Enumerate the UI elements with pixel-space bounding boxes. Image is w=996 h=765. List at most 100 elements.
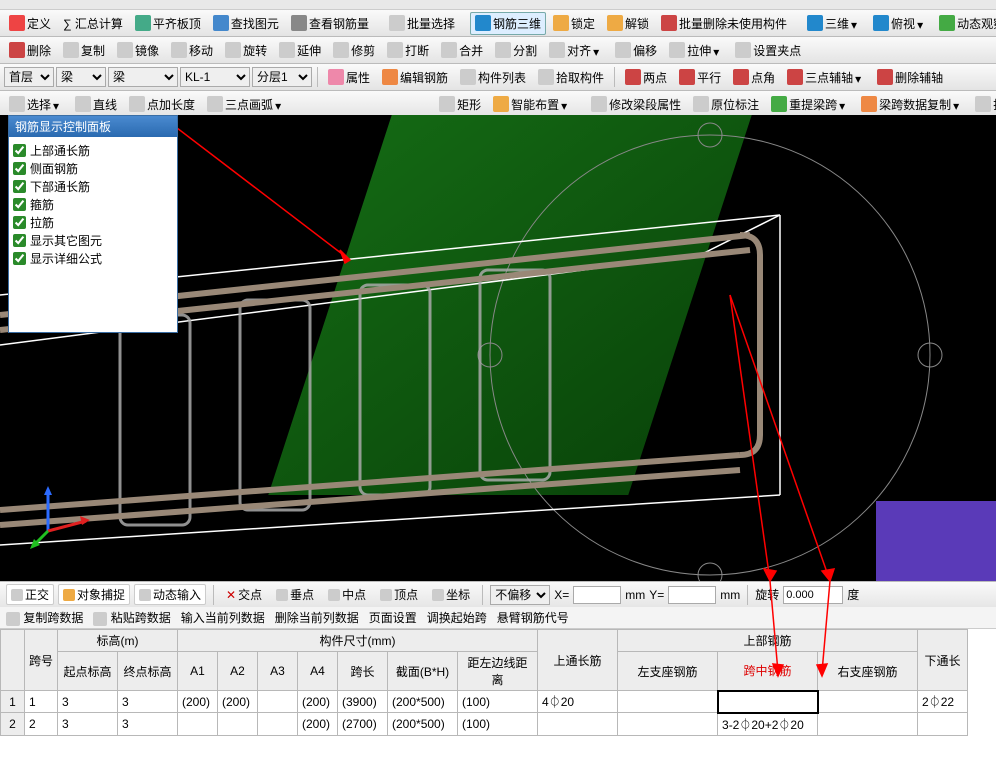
perp-snap[interactable]: 垂点 [271,583,319,606]
offset-select[interactable]: 不偏移 [490,585,550,605]
cell[interactable]: 3 [118,713,178,736]
stretch-button[interactable]: 拉伸▾ [664,39,728,62]
pt-angle-button[interactable]: 点角 [728,66,780,89]
line-button[interactable]: 直线 [70,93,122,116]
col-bot-cont[interactable]: 下通长 [918,630,968,691]
cell[interactable]: (100) [458,691,538,713]
batch-select-button[interactable]: 批量选择 [384,12,460,35]
trim-button[interactable]: 修剪 [328,39,380,62]
align-button[interactable]: 对齐▾ [544,39,608,62]
lock-button[interactable]: 锁定 [548,12,600,35]
pt-len-button[interactable]: 点加长度 [124,93,200,116]
merge-button[interactable]: 合并 [436,39,488,62]
col-dim[interactable]: 构件尺寸(mm) [178,630,538,652]
cantilever-button[interactable]: 悬臂钢筋代号 [497,609,569,626]
col-right-sup[interactable]: 右支座钢筋 [818,652,918,691]
delete-button[interactable]: 删除 [4,39,56,62]
col-end-elev[interactable]: 终点标高 [118,652,178,691]
del-col-button[interactable]: 删除当前列数据 [275,609,359,626]
mirror-button[interactable]: 镜像 [112,39,164,62]
cell[interactable]: (3900) [338,691,388,713]
chk-side[interactable]: 侧面钢筋 [13,160,173,177]
span-copy-button[interactable]: 梁跨数据复制▾ [856,93,968,116]
coord-snap[interactable]: 坐标 [427,583,475,606]
rotate-button[interactable]: 旋转 [220,39,272,62]
two-pt-button[interactable]: 两点 [620,66,672,89]
chk-bot-cont[interactable]: 下部通长筋 [13,178,173,195]
3d-button[interactable]: 三维▾ [802,12,866,35]
3d-viewport[interactable]: 钢筋显示控制面板 上部通长筋 侧面钢筋 下部通长筋 箍筋 拉筋 显示其它图元 显… [0,115,996,581]
select-button[interactable]: 选择▾ [4,93,68,116]
orig-note-button[interactable]: 原位标注 [688,93,764,116]
grip-button[interactable]: 设置夹点 [730,39,806,62]
edit-rebar-button[interactable]: 编辑钢筋 [377,66,453,89]
col-a2[interactable]: A2 [218,652,258,691]
unlock-button[interactable]: 解锁 [602,12,654,35]
dyn-view-button[interactable]: 动态观察 [934,12,996,35]
table-row[interactable]: 1 1 3 3 (200) (200) (200) (3900) (200*50… [1,691,968,713]
three-pt-button[interactable]: 三点辅轴▾ [782,66,870,89]
cell[interactable]: (200) [178,691,218,713]
batch-recog-button[interactable]: 批量识别梁支座 [970,93,996,116]
span-grid[interactable]: 跨号 标高(m) 构件尺寸(mm) 上通长筋 上部钢筋 下通长 起点标高 终点标… [0,629,996,765]
re-extract-button[interactable]: 重提梁跨▾ [766,93,854,116]
cell[interactable]: 3 [58,691,118,713]
cell[interactable]: 2⏀22 [918,691,968,713]
cell[interactable] [818,691,918,713]
member-select[interactable]: KL-1 [180,67,250,87]
col-edge-dist[interactable]: 距左边线距离 [458,652,538,691]
col-elev[interactable]: 标高(m) [58,630,178,652]
rebar-3d-button[interactable]: 钢筋三维 [470,12,546,35]
sum-button[interactable]: ∑ 汇总计算 [58,12,128,35]
batch-del-button[interactable]: 批量删除未使用构件 [656,12,792,35]
cell[interactable]: 4⏀20 [538,691,618,713]
extend-button[interactable]: 延伸 [274,39,326,62]
col-span-len[interactable]: 跨长 [338,652,388,691]
cell[interactable] [618,713,718,736]
type-select[interactable]: 梁 [108,67,178,87]
paste-span-button[interactable]: 粘贴跨数据 [93,609,170,626]
col-span-no[interactable]: 跨号 [25,630,58,691]
level-button[interactable]: 平齐板顶 [130,12,206,35]
parallel-button[interactable]: 平行 [674,66,726,89]
rect-button[interactable]: 矩形 [434,93,486,116]
define-button[interactable]: 定义 [4,12,56,35]
cell[interactable] [538,713,618,736]
dyn-input-toggle[interactable]: 动态输入 [134,584,206,605]
col-left-sup[interactable]: 左支座钢筋 [618,652,718,691]
copy-button[interactable]: 复制 [58,39,110,62]
cell[interactable]: (200) [298,691,338,713]
category-select[interactable]: 梁 [56,67,106,87]
del-aux-button[interactable]: 删除辅轴 [872,66,948,89]
chk-formula[interactable]: 显示详细公式 [13,250,173,267]
offset-button[interactable]: 偏移 [610,39,662,62]
floor-select[interactable]: 首层 [4,67,54,87]
cell[interactable]: (200*500) [388,691,458,713]
split-button[interactable]: 分割 [490,39,542,62]
col-a1[interactable]: A1 [178,652,218,691]
cell[interactable]: (200*500) [388,713,458,736]
cell[interactable]: 2 [25,713,58,736]
adjust-start-button[interactable]: 调换起始跨 [427,609,487,626]
cell[interactable]: (100) [458,713,538,736]
cell[interactable]: (2700) [338,713,388,736]
cell[interactable] [178,713,218,736]
cell[interactable]: 1 [25,691,58,713]
cross-snap[interactable]: ✕交点 [221,583,267,606]
table-row[interactable]: 2 2 3 3 (200) (2700) (200*500) (100) 3-2… [1,713,968,736]
cell[interactable]: 3 [118,691,178,713]
selected-cell[interactable] [718,691,818,713]
find-ent-button[interactable]: 查找图元 [208,12,284,35]
chk-other[interactable]: 显示其它图元 [13,232,173,249]
col-top-rebar[interactable]: 上部钢筋 [618,630,918,652]
member-list-button[interactable]: 构件列表 [455,66,531,89]
y-input[interactable] [668,586,716,604]
input-col-button[interactable]: 输入当前列数据 [181,609,265,626]
apex-snap[interactable]: 顶点 [375,583,423,606]
cell[interactable]: 3 [58,713,118,736]
cell[interactable] [618,691,718,713]
three-arc-button[interactable]: 三点画弧▾ [202,93,290,116]
view-rebar-button[interactable]: 查看钢筋量 [286,12,374,35]
col-top-cont[interactable]: 上通长筋 [538,630,618,691]
page-setup-button[interactable]: 页面设置 [369,609,417,626]
